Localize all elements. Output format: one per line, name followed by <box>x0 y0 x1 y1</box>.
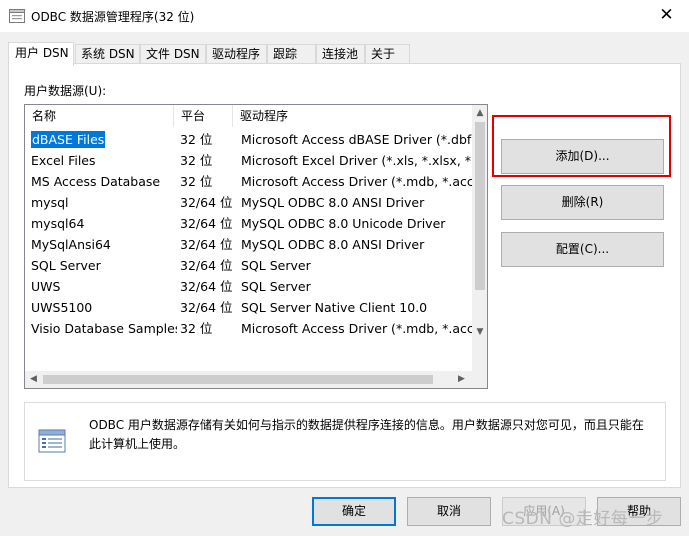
user-dsn-panel: 用户数据源(U): 名称 平台 驱动程序 dBASE Files 32 位 Micr… <box>8 63 681 488</box>
dsn-name: MS Access Database <box>31 174 161 189</box>
tab-label: 驱动程序 <box>212 47 261 61</box>
user-dsn-list[interactable]: 名称 平台 驱动程序 dBASE Files 32 位 Microsoft Acce… <box>24 104 488 389</box>
table-row[interactable]: mysql 32/64 位 MySQL ODBC 8.0 ANSI Driver <box>25 192 473 213</box>
dsn-name-cell: UWS5100 <box>31 297 177 318</box>
tab-label: 文件 DSN <box>146 47 200 61</box>
close-button[interactable]: ✕ <box>644 0 689 32</box>
tab-label: 关于 <box>371 47 396 61</box>
dsn-name-cell: mysql64 <box>31 213 177 234</box>
list-rows: dBASE Files 32 位 Microsoft Access dBASE Dr… <box>25 129 473 339</box>
tab-about[interactable]: 关于 <box>365 44 410 64</box>
dsn-name-cell: UWS <box>31 276 177 297</box>
vertical-scroll-thumb[interactable] <box>475 122 485 290</box>
dsn-name-cell: MS Access Database <box>31 171 177 192</box>
dsn-name: mysql64 <box>31 216 85 231</box>
scroll-left-icon[interactable]: ◀ <box>25 371 42 388</box>
dsn-platform: 32 位 <box>180 153 213 168</box>
dsn-driver: Microsoft Access dBASE Driver (*.dbf, *.… <box>241 132 473 147</box>
dsn-platform: 32/64 位 <box>180 300 233 315</box>
user-data-sources-label: 用户数据源(U): <box>24 84 107 98</box>
configure-button[interactable]: 配置(C)... <box>501 232 664 267</box>
dsn-name-cell: dBASE Files <box>31 129 177 150</box>
table-row[interactable]: Visio Database Samples 32 位 Microsoft Acce… <box>25 318 473 339</box>
tab-connection-pooling[interactable]: 连接池 <box>316 44 365 64</box>
dsn-driver: MySQL ODBC 8.0 ANSI Driver <box>241 237 425 252</box>
dsn-driver: SQL Server Native Client 10.0 <box>241 300 428 315</box>
tab-tracing[interactable]: 跟踪 <box>267 44 316 64</box>
info-text: ODBC 用户数据源存储有关如何与指示的数据提供程序连接的信息。用户数据源只对您… <box>89 418 644 451</box>
dsn-driver: Microsoft Excel Driver (*.xls, *.xlsx, *… <box>241 153 473 168</box>
table-row[interactable]: UWS 32/64 位 SQL Server <box>25 276 473 297</box>
close-icon: ✕ <box>659 5 674 25</box>
scroll-right-icon[interactable]: ▶ <box>453 371 470 388</box>
dsn-name: dBASE Files <box>31 131 106 148</box>
dsn-name-cell: Visio Database Samples <box>31 318 177 339</box>
ok-button[interactable]: 确定 <box>312 497 396 526</box>
dsn-name: UWS5100 <box>31 300 93 315</box>
cancel-button[interactable]: 取消 <box>407 497 491 526</box>
tab-user-dsn[interactable]: 用户 DSN <box>8 42 74 66</box>
data-source-icon <box>38 429 66 453</box>
dsn-name: UWS <box>31 279 61 294</box>
scrollbar-corner <box>472 371 487 388</box>
tab-label: 用户 DSN <box>15 46 69 60</box>
table-row[interactable]: MS Access Database 32 位 Microsoft Access D… <box>25 171 473 192</box>
table-row[interactable]: dBASE Files 32 位 Microsoft Access dBASE Dr… <box>25 129 473 150</box>
dsn-driver: SQL Server <box>241 258 311 273</box>
horizontal-scrollbar[interactable]: ◀ ▶ <box>25 371 472 388</box>
dialog-body: 用户 DSN 系统 DSN 文件 DSN 驱动程序 跟踪 连接池 关于 用户数据… <box>0 32 689 536</box>
dsn-name: MySqlAnsi64 <box>31 237 111 252</box>
odbc-app-icon <box>9 9 25 23</box>
table-row[interactable]: SQL Server 32/64 位 SQL Server <box>25 255 473 276</box>
tab-label: 跟踪 <box>273 47 298 61</box>
dsn-driver: SQL Server <box>241 279 311 294</box>
dsn-driver: MySQL ODBC 8.0 Unicode Driver <box>241 216 446 231</box>
table-row[interactable]: MySqlAnsi64 32/64 位 MySQL ODBC 8.0 ANSI Dr… <box>25 234 473 255</box>
dsn-name-cell: MySqlAnsi64 <box>31 234 177 255</box>
table-row[interactable]: Excel Files 32 位 Microsoft Excel Driver (*… <box>25 150 473 171</box>
tab-system-dsn[interactable]: 系统 DSN <box>75 44 140 64</box>
tab-drivers[interactable]: 驱动程序 <box>206 44 267 64</box>
column-header-name[interactable]: 名称 <box>25 105 174 127</box>
dsn-name-cell: Excel Files <box>31 150 177 171</box>
dsn-platform: 32/64 位 <box>180 279 233 294</box>
info-box: ODBC 用户数据源存储有关如何与指示的数据提供程序连接的信息。用户数据源只对您… <box>24 402 666 481</box>
remove-button[interactable]: 删除(R) <box>501 185 664 220</box>
scroll-up-icon[interactable]: ▲ <box>472 105 487 121</box>
table-row[interactable]: mysql64 32/64 位 MySQL ODBC 8.0 Unicode Dri… <box>25 213 473 234</box>
table-row[interactable]: UWS5100 32/64 位 SQL Server Native Client 1… <box>25 297 473 318</box>
dsn-driver: Microsoft Access Driver (*.mdb, *.accdb) <box>241 321 473 336</box>
dsn-driver: MySQL ODBC 8.0 ANSI Driver <box>241 195 425 210</box>
tab-label: 连接池 <box>322 47 359 61</box>
dsn-name: Excel Files <box>31 153 96 168</box>
dsn-name: SQL Server <box>31 258 101 273</box>
dsn-platform: 32 位 <box>180 174 213 189</box>
horizontal-scroll-thumb[interactable] <box>43 375 433 384</box>
dsn-platform: 32/64 位 <box>180 258 233 273</box>
column-header-platform[interactable]: 平台 <box>174 105 233 127</box>
window-title: ODBC 数据源管理程序(32 位) <box>31 10 195 24</box>
list-header: 名称 平台 驱动程序 <box>25 105 473 127</box>
column-header-driver[interactable]: 驱动程序 <box>233 105 473 127</box>
dsn-platform: 32/64 位 <box>180 195 233 210</box>
tab-file-dsn[interactable]: 文件 DSN <box>140 44 206 64</box>
title-bar: ODBC 数据源管理程序(32 位) ✕ <box>0 0 689 32</box>
red-highlight-box <box>492 115 671 177</box>
dsn-driver: Microsoft Access Driver (*.mdb, *.accdb) <box>241 174 473 189</box>
dsn-platform: 32 位 <box>180 321 213 336</box>
dsn-platform: 32/64 位 <box>180 216 233 231</box>
scroll-down-icon[interactable]: ▼ <box>472 324 487 340</box>
csdn-watermark: CSDN @走好每一步 <box>502 509 664 529</box>
vertical-scrollbar[interactable]: ▲ ▼ <box>472 105 487 372</box>
dsn-name: Visio Database Samples <box>31 321 177 336</box>
dsn-platform: 32/64 位 <box>180 237 233 252</box>
dsn-name-cell: mysql <box>31 192 177 213</box>
dsn-platform: 32 位 <box>180 132 213 147</box>
dsn-name: mysql <box>31 195 69 210</box>
tab-label: 系统 DSN <box>81 47 135 61</box>
dsn-name-cell: SQL Server <box>31 255 177 276</box>
